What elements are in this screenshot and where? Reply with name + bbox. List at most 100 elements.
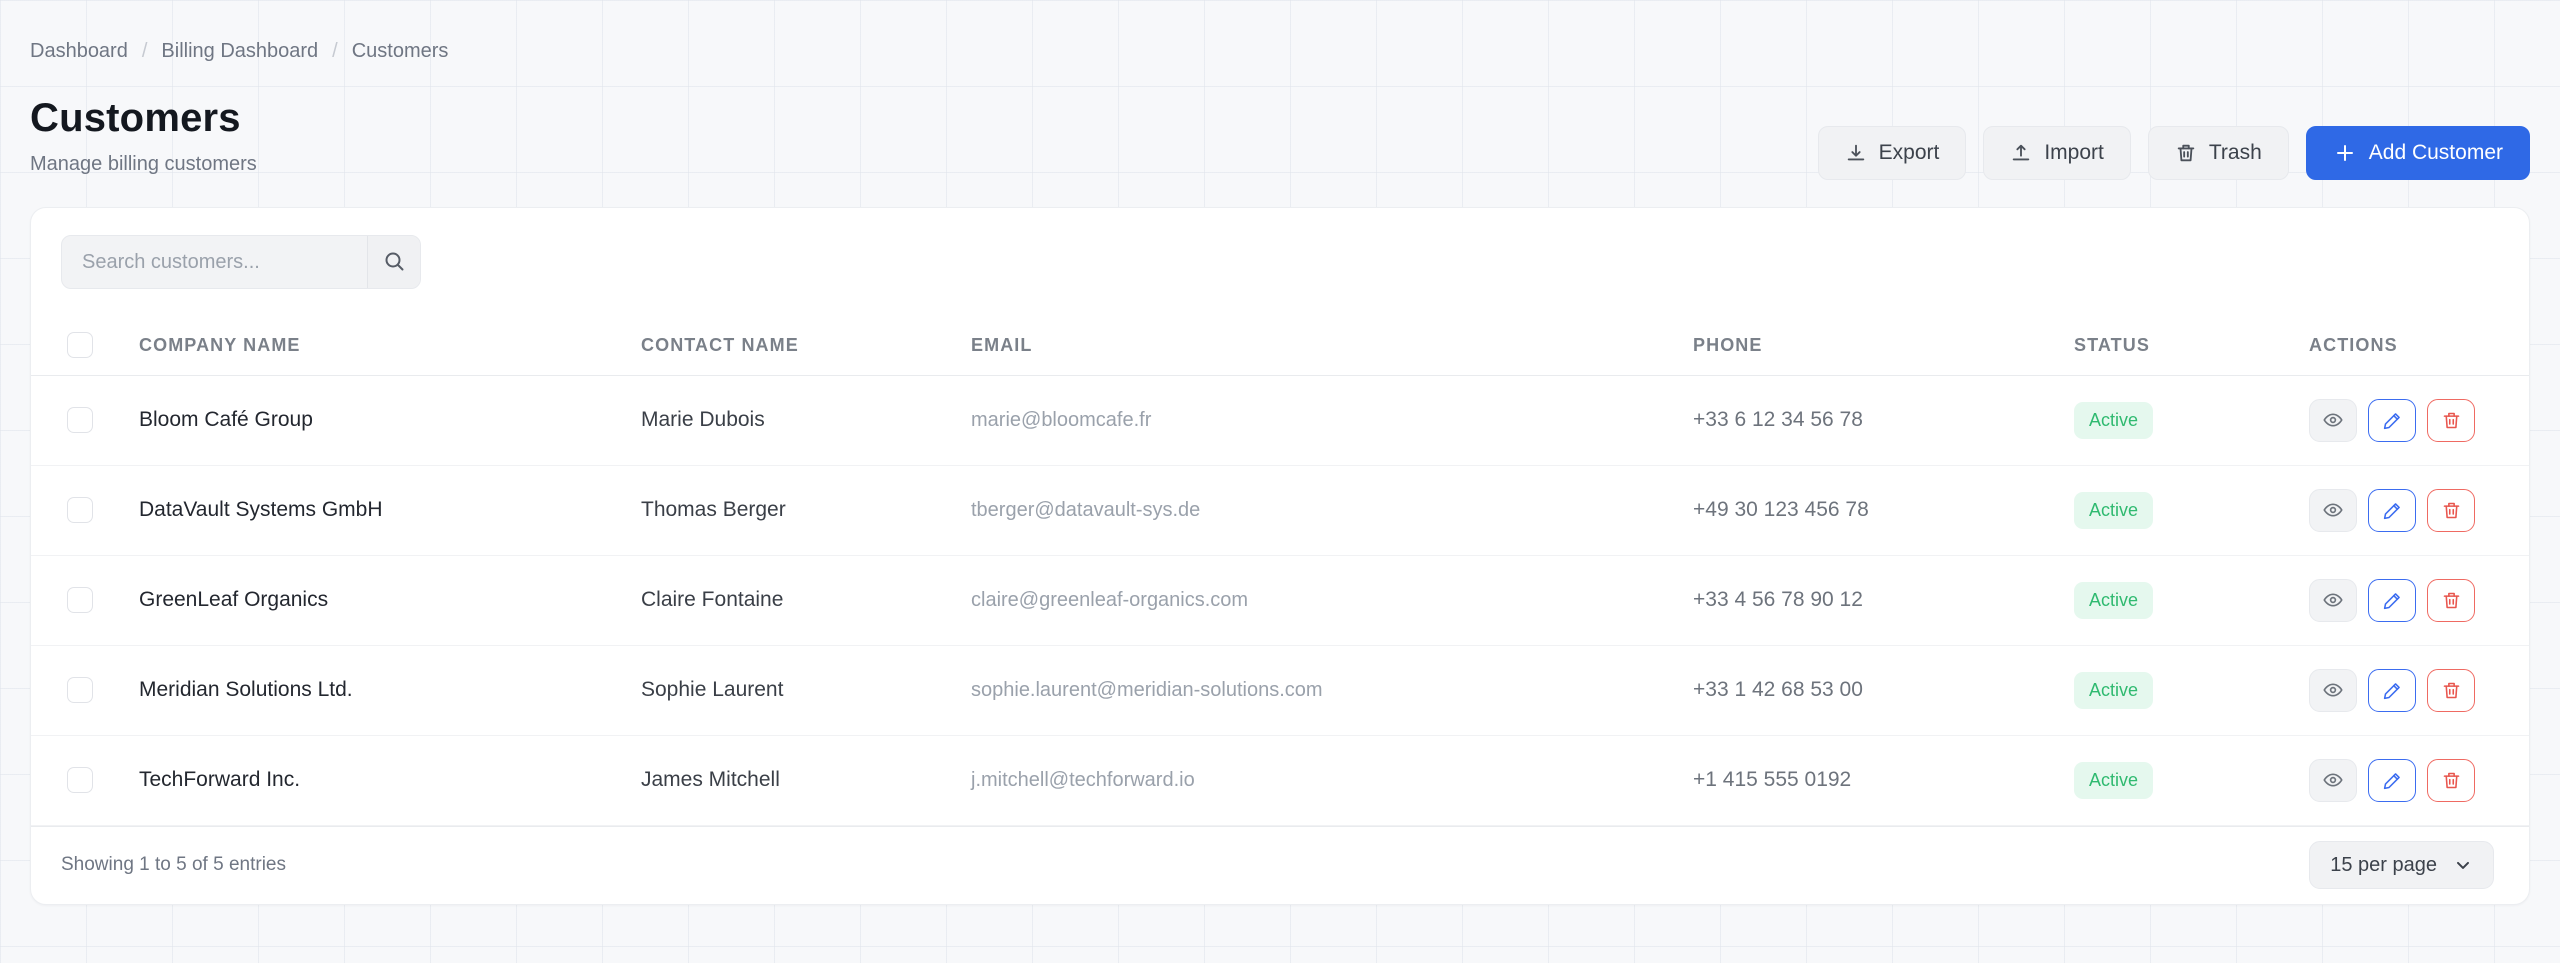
row-actions bbox=[2309, 578, 2529, 622]
add-customer-button[interactable]: Add Customer bbox=[2305, 126, 2530, 180]
upload-icon bbox=[2010, 142, 2032, 164]
eye-icon bbox=[2322, 409, 2344, 431]
eye-icon bbox=[2322, 589, 2344, 611]
delete-button[interactable] bbox=[2427, 758, 2475, 802]
import-button[interactable]: Import bbox=[1983, 126, 2131, 180]
chevron-down-icon bbox=[2453, 855, 2473, 875]
trash-icon bbox=[2441, 500, 2462, 521]
trash-button[interactable]: Trash bbox=[2147, 126, 2289, 180]
email-cell: j.mitchell@techforward.io bbox=[971, 768, 1195, 791]
breadcrumb-dashboard[interactable]: Dashboard bbox=[30, 40, 128, 63]
row-checkbox[interactable] bbox=[67, 587, 93, 614]
search-box bbox=[61, 235, 421, 289]
page-subtitle: Manage billing customers bbox=[30, 153, 257, 175]
export-button[interactable]: Export bbox=[1817, 126, 1967, 180]
row-actions bbox=[2309, 398, 2529, 442]
plus-icon bbox=[2333, 141, 2357, 165]
row-actions bbox=[2309, 488, 2529, 532]
view-button[interactable] bbox=[2309, 668, 2357, 712]
edit-button[interactable] bbox=[2368, 758, 2416, 802]
trash-icon bbox=[2441, 410, 2462, 431]
eye-icon bbox=[2322, 499, 2344, 521]
contact-name-cell: Marie Dubois bbox=[641, 408, 765, 432]
contact-name-cell: Claire Fontaine bbox=[641, 588, 784, 612]
column-header-company: COMPANY NAME bbox=[139, 334, 301, 355]
view-button[interactable] bbox=[2309, 758, 2357, 802]
contact-name-cell: James Mitchell bbox=[641, 768, 780, 792]
column-header-status: STATUS bbox=[2074, 334, 2150, 355]
search-icon bbox=[382, 249, 406, 276]
edit-button[interactable] bbox=[2368, 668, 2416, 712]
export-button-label: Export bbox=[1878, 141, 1940, 164]
column-header-actions: ACTIONS bbox=[2309, 334, 2398, 355]
table-body: Bloom Café Group Marie Dubois marie@bloo… bbox=[31, 375, 2529, 826]
pencil-icon bbox=[2382, 680, 2403, 701]
trash-icon bbox=[2175, 142, 2197, 164]
table-row: GreenLeaf Organics Claire Fontaine clair… bbox=[31, 555, 2529, 646]
contact-name-cell: Sophie Laurent bbox=[641, 678, 784, 702]
eye-icon bbox=[2322, 769, 2344, 791]
row-checkbox[interactable] bbox=[67, 497, 93, 524]
row-actions bbox=[2309, 758, 2529, 802]
view-button[interactable] bbox=[2309, 398, 2357, 442]
import-button-label: Import bbox=[2044, 141, 2104, 164]
search-button[interactable] bbox=[367, 236, 420, 288]
table-footer: Showing 1 to 5 of 5 entries 15 per page bbox=[31, 825, 2529, 904]
table-row: DataVault Systems GmbH Thomas Berger tbe… bbox=[31, 465, 2529, 556]
email-cell: marie@bloomcafe.fr bbox=[971, 408, 1152, 431]
phone-cell: +49 30 123 456 78 bbox=[1693, 498, 1869, 522]
delete-button[interactable] bbox=[2427, 398, 2475, 442]
contact-name-cell: Thomas Berger bbox=[641, 498, 786, 522]
email-cell: tberger@datavault-sys.de bbox=[971, 498, 1201, 521]
company-name-cell: TechForward Inc. bbox=[139, 768, 301, 792]
breadcrumb-separator: / bbox=[141, 40, 148, 62]
breadcrumb-customers[interactable]: Customers bbox=[352, 40, 449, 63]
entries-summary: Showing 1 to 5 of 5 entries bbox=[61, 854, 286, 876]
row-checkbox[interactable] bbox=[67, 767, 93, 794]
view-button[interactable] bbox=[2309, 488, 2357, 532]
breadcrumb: Dashboard / Billing Dashboard / Customer… bbox=[30, 40, 448, 63]
per-page-select[interactable]: 15 per page bbox=[2309, 841, 2494, 890]
edit-button[interactable] bbox=[2368, 488, 2416, 532]
delete-button[interactable] bbox=[2427, 668, 2475, 712]
email-cell: claire@greenleaf-organics.com bbox=[971, 588, 1249, 611]
column-header-email: EMAIL bbox=[971, 334, 1033, 355]
trash-button-label: Trash bbox=[2208, 141, 2262, 164]
per-page-label: 15 per page bbox=[2330, 853, 2437, 876]
phone-cell: +33 4 56 78 90 12 bbox=[1693, 588, 1863, 612]
pencil-icon bbox=[2382, 590, 2403, 611]
pencil-icon bbox=[2382, 410, 2403, 431]
header-actions: Export Import Trash Add Customer bbox=[1817, 126, 2530, 180]
row-checkbox[interactable] bbox=[67, 677, 93, 704]
edit-button[interactable] bbox=[2368, 398, 2416, 442]
status-badge: Active bbox=[2074, 491, 2154, 529]
search-input[interactable] bbox=[62, 236, 367, 288]
status-badge: Active bbox=[2074, 401, 2154, 439]
view-button[interactable] bbox=[2309, 578, 2357, 622]
page-header: Customers Manage billing customers Expor… bbox=[30, 96, 2530, 180]
download-icon bbox=[1845, 142, 1867, 164]
breadcrumb-billing-dashboard[interactable]: Billing Dashboard bbox=[161, 40, 318, 63]
status-badge: Active bbox=[2074, 581, 2154, 619]
row-checkbox[interactable] bbox=[67, 407, 93, 434]
pencil-icon bbox=[2382, 770, 2403, 791]
eye-icon bbox=[2322, 679, 2344, 701]
company-name-cell: Bloom Café Group bbox=[139, 408, 313, 432]
delete-button[interactable] bbox=[2427, 488, 2475, 532]
column-header-contact: CONTACT NAME bbox=[641, 334, 799, 355]
pencil-icon bbox=[2382, 500, 2403, 521]
status-badge: Active bbox=[2074, 671, 2154, 709]
select-all-checkbox[interactable] bbox=[67, 332, 93, 359]
company-name-cell: GreenLeaf Organics bbox=[139, 588, 329, 612]
delete-button[interactable] bbox=[2427, 578, 2475, 622]
company-name-cell: DataVault Systems GmbH bbox=[139, 498, 383, 522]
customers-card: COMPANY NAME CONTACT NAME EMAIL PHONE ST… bbox=[30, 207, 2530, 905]
breadcrumb-separator: / bbox=[332, 40, 338, 62]
page-title-block: Customers Manage billing customers bbox=[30, 96, 257, 176]
status-badge: Active bbox=[2074, 761, 2154, 799]
table-header-row: COMPANY NAME CONTACT NAME EMAIL PHONE ST… bbox=[31, 316, 2529, 376]
table-row: Bloom Café Group Marie Dubois marie@bloo… bbox=[31, 375, 2529, 466]
edit-button[interactable] bbox=[2368, 578, 2416, 622]
trash-icon bbox=[2441, 680, 2462, 701]
trash-icon bbox=[2441, 770, 2462, 791]
